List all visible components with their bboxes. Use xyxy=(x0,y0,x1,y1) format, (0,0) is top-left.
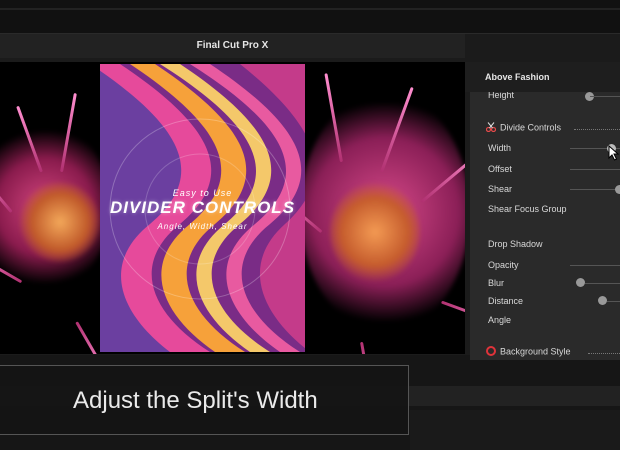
blur-label: Blur xyxy=(488,278,505,288)
distance-label: Distance xyxy=(488,296,524,306)
background-style-label: Background Style xyxy=(500,346,571,357)
angle-label: Angle xyxy=(488,315,512,325)
blur-slider-knob[interactable] xyxy=(576,278,585,287)
red-circle-icon xyxy=(486,346,496,358)
scissors-icon xyxy=(485,122,497,134)
offset-slider-track[interactable] xyxy=(570,169,620,170)
card-tagline: Angle, Width, Shear xyxy=(157,222,248,231)
distance-slider-knob[interactable] xyxy=(598,296,607,305)
card-subtitle: Easy to Use xyxy=(172,188,233,198)
caption-text: Adjust the Split's Width xyxy=(73,387,318,414)
background-style-group[interactable]: Background Style xyxy=(486,346,571,358)
width-label: Width xyxy=(488,143,512,153)
viewer-title: Final Cut Pro X xyxy=(0,34,465,58)
shear-label: Shear xyxy=(488,184,513,194)
card-logo-text: DIVIDER CONTROLS xyxy=(109,198,296,217)
height-label: Height xyxy=(488,92,515,100)
top-toolbar xyxy=(0,0,620,34)
height-slider-track[interactable] xyxy=(590,96,620,97)
blur-slider-track[interactable] xyxy=(585,283,620,284)
inspector-title: Above Fashion xyxy=(465,62,620,92)
divide-controls-group[interactable]: Divide Controls xyxy=(485,122,562,134)
timeline-clips[interactable] xyxy=(410,410,620,450)
title-card: Easy to Use DIVIDER CONTROLS Angle, Widt… xyxy=(100,64,305,352)
inspector-panel: Height Divide Controls Width Offset Shea… xyxy=(470,92,620,360)
shear-slider-track[interactable] xyxy=(570,189,620,190)
viewer[interactable]: Easy to Use DIVIDER CONTROLS Angle, Widt… xyxy=(0,62,465,354)
offset-label: Offset xyxy=(488,164,512,174)
opacity-slider-track[interactable] xyxy=(570,265,620,266)
shear-slider-knob[interactable] xyxy=(615,185,620,194)
shear-focus-group-label[interactable]: Shear Focus Group xyxy=(488,204,567,214)
drop-shadow-label[interactable]: Drop Shadow xyxy=(488,239,543,249)
divide-controls-label: Divide Controls xyxy=(500,122,562,133)
distance-slider-track[interactable] xyxy=(607,301,620,302)
opacity-label: Opacity xyxy=(488,260,519,270)
caption-box: Adjust the Split's Width xyxy=(0,365,409,435)
